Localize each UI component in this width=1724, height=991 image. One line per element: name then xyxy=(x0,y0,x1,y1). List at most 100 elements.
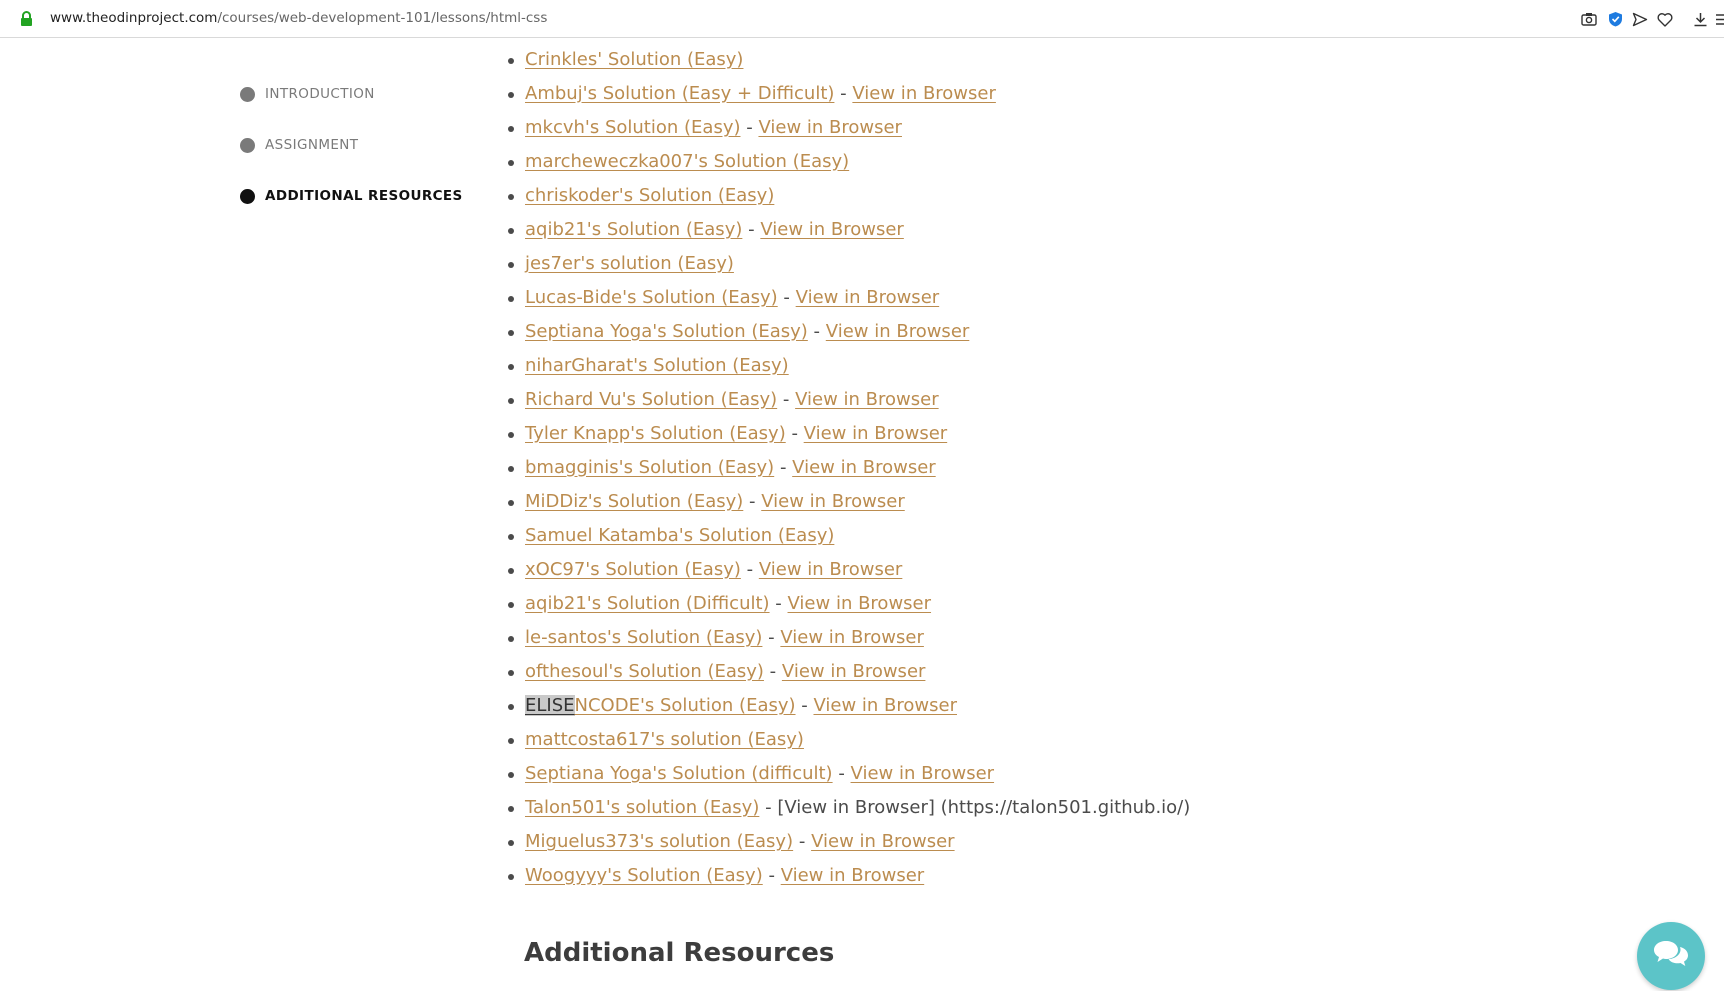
bullet-icon xyxy=(508,840,514,846)
solution-link[interactable]: Woogyyy's Solution (Easy) xyxy=(525,865,763,886)
view-in-browser-link[interactable]: View in Browser xyxy=(851,763,995,784)
list-item: marcheweczka007's Solution (Easy) xyxy=(508,145,1190,179)
solution-link[interactable]: mkcvh's Solution (Easy) xyxy=(525,117,741,138)
solution-link[interactable]: mattcosta617's solution (Easy) xyxy=(525,729,804,750)
list-item: Samuel Katamba's Solution (Easy) xyxy=(508,519,1190,553)
raw-markdown-text: [View in Browser] (https://talon501.gith… xyxy=(777,797,1191,818)
view-in-browser-link[interactable]: View in Browser xyxy=(788,593,932,614)
solution-link[interactable]: Lucas-Bide's Solution (Easy) xyxy=(525,287,778,308)
view-in-browser-link[interactable]: View in Browser xyxy=(804,423,948,444)
bullet-icon xyxy=(508,568,514,574)
camera-icon[interactable] xyxy=(1579,8,1599,30)
view-in-browser-link[interactable]: View in Browser xyxy=(792,457,936,478)
list-item: mkcvh's Solution (Easy) - View in Browse… xyxy=(508,111,1190,145)
sidebar-item-assignment[interactable]: ASSIGNMENT xyxy=(240,137,358,153)
solution-link[interactable]: Miguelus373's solution (Easy) xyxy=(525,831,793,852)
shield-icon[interactable] xyxy=(1605,8,1625,30)
bullet-icon xyxy=(508,296,514,302)
solution-link[interactable]: marcheweczka007's Solution (Easy) xyxy=(525,151,849,172)
separator-text: - xyxy=(740,117,759,138)
list-item: ofthesoul's Solution (Easy) - View in Br… xyxy=(508,655,1190,689)
sidebar-item-additional-resources[interactable]: ADDITIONAL RESOURCES xyxy=(240,188,463,204)
solution-link[interactable]: ofthesoul's Solution (Easy) xyxy=(525,661,764,682)
view-in-browser-link[interactable]: View in Browser xyxy=(796,287,940,308)
list-item: aqib21's Solution (Easy) - View in Brows… xyxy=(508,213,1190,247)
bullet-icon xyxy=(508,670,514,676)
section-heading: Additional Resources xyxy=(524,938,835,968)
separator-text: - xyxy=(785,423,804,444)
bullet-icon xyxy=(508,704,514,710)
solution-link[interactable]: jes7er's solution (Easy) xyxy=(525,253,734,274)
solution-link[interactable]: ELISENCODE's Solution (Easy) xyxy=(525,695,796,716)
separator-text: - xyxy=(763,661,782,682)
view-in-browser-link[interactable]: View in Browser xyxy=(759,559,903,580)
list-item: mattcosta617's solution (Easy) xyxy=(508,723,1190,757)
list-item: Lucas-Bide's Solution (Easy) - View in B… xyxy=(508,281,1190,315)
sidebar-item-label: ASSIGNMENT xyxy=(265,137,359,153)
separator-text: - xyxy=(774,457,793,478)
list-item: Woogyyy's Solution (Easy) - View in Brow… xyxy=(508,859,1190,893)
view-in-browser-link[interactable]: View in Browser xyxy=(813,695,957,716)
chat-button[interactable] xyxy=(1637,922,1705,990)
bullet-icon xyxy=(508,330,514,336)
sidebar-item-introduction[interactable]: INTRODUCTION xyxy=(240,86,375,102)
separator-text: - xyxy=(777,287,796,308)
solutions-list: Crinkles' Solution (Easy) Ambuj's Solutio… xyxy=(508,43,1191,893)
solution-link[interactable]: Crinkles' Solution (Easy) xyxy=(525,49,743,70)
solution-link[interactable]: xOC97's Solution (Easy) xyxy=(525,559,741,580)
list-item: bmagginis's Solution (Easy) - View in Br… xyxy=(508,451,1190,485)
solution-link[interactable]: MiDDiz's Solution (Easy) xyxy=(525,491,743,512)
list-item: jes7er's solution (Easy) xyxy=(508,247,1190,281)
bullet-icon xyxy=(508,92,514,98)
list-item: ELISENCODE's Solution (Easy) - View in B… xyxy=(508,689,1190,723)
view-in-browser-link[interactable]: View in Browser xyxy=(852,83,996,104)
url-text[interactable]: www.theodinproject.com/courses/web-devel… xyxy=(50,10,547,26)
list-item: Crinkles' Solution (Easy) xyxy=(508,43,1190,77)
view-in-browser-link[interactable]: View in Browser xyxy=(811,831,955,852)
solution-link[interactable]: Septiana Yoga's Solution (difficult) xyxy=(525,763,833,784)
separator-text: - xyxy=(743,491,762,512)
bullet-icon xyxy=(508,160,514,166)
solution-link[interactable]: Talon501's solution (Easy) xyxy=(525,797,759,818)
list-item: chriskoder's Solution (Easy) xyxy=(508,179,1190,213)
view-in-browser-link[interactable]: View in Browser xyxy=(781,865,925,886)
view-in-browser-link[interactable]: View in Browser xyxy=(758,117,902,138)
list-item: niharGharat's Solution (Easy) xyxy=(508,349,1190,383)
separator-text: - xyxy=(769,593,788,614)
url-path: /courses/web-development-101/lessons/htm… xyxy=(217,10,548,26)
bullet-icon xyxy=(508,398,514,404)
view-in-browser-link[interactable]: View in Browser xyxy=(780,627,924,648)
solution-link[interactable]: Richard Vu's Solution (Easy) xyxy=(525,389,777,410)
download-icon[interactable] xyxy=(1690,8,1710,30)
solution-link[interactable]: Samuel Katamba's Solution (Easy) xyxy=(525,525,834,546)
list-item: Talon501's solution (Easy) - [View in Br… xyxy=(508,791,1191,825)
solution-link[interactable]: le-santos's Solution (Easy) xyxy=(525,627,762,648)
separator-text: - xyxy=(742,219,761,240)
send-icon[interactable] xyxy=(1630,8,1650,30)
solution-link[interactable]: Tyler Knapp's Solution (Easy) xyxy=(525,423,786,444)
list-item: le-santos's Solution (Easy) - View in Br… xyxy=(508,621,1190,655)
solution-link[interactable]: aqib21's Solution (Easy) xyxy=(525,219,742,240)
view-in-browser-link[interactable]: View in Browser xyxy=(760,219,904,240)
list-item: Septiana Yoga's Solution (difficult) - V… xyxy=(508,757,1190,791)
bullet-icon xyxy=(508,772,514,778)
solution-link[interactable]: Septiana Yoga's Solution (Easy) xyxy=(525,321,808,342)
solution-link[interactable]: aqib21's Solution (Difficult) xyxy=(525,593,770,614)
separator-text: - xyxy=(762,627,781,648)
solution-link[interactable]: bmagginis's Solution (Easy) xyxy=(525,457,774,478)
view-in-browser-link[interactable]: View in Browser xyxy=(782,661,926,682)
bullet-icon xyxy=(508,126,514,132)
view-in-browser-link[interactable]: View in Browser xyxy=(761,491,905,512)
heart-icon[interactable] xyxy=(1655,8,1675,30)
solution-link[interactable]: chriskoder's Solution (Easy) xyxy=(525,185,774,206)
solution-link[interactable]: Ambuj's Solution (Easy + Difficult) xyxy=(525,83,834,104)
separator-text: - xyxy=(832,763,851,784)
view-in-browser-link[interactable]: View in Browser xyxy=(826,321,970,342)
lock-icon xyxy=(20,11,33,26)
list-item: Ambuj's Solution (Easy + Difficult) - Vi… xyxy=(508,77,1190,111)
url-domain: www.theodinproject.com xyxy=(50,10,218,26)
view-in-browser-link[interactable]: View in Browser xyxy=(795,389,939,410)
menu-icon[interactable] xyxy=(1712,8,1724,30)
solution-link[interactable]: niharGharat's Solution (Easy) xyxy=(525,355,789,376)
solution-link-rest: NCODE's Solution (Easy) xyxy=(574,695,796,716)
